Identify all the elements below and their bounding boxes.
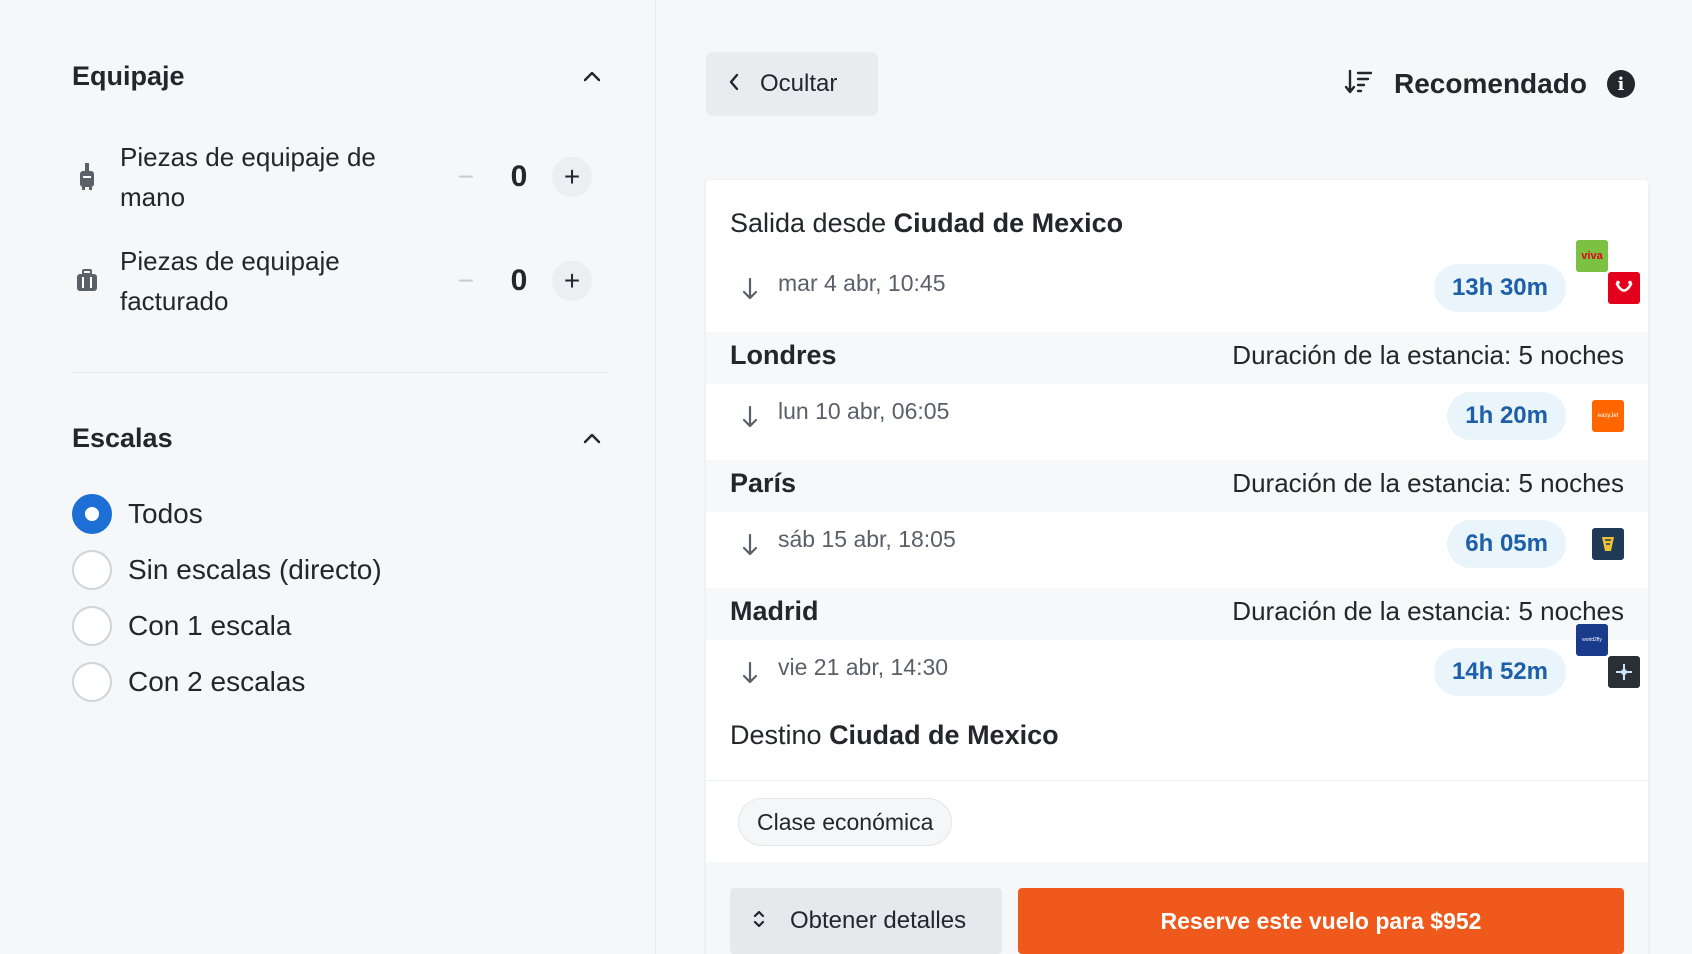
chevron-up-icon[interactable] — [572, 56, 612, 96]
checked-count: 0 — [510, 264, 528, 297]
stops-section-header[interactable]: Escalas — [72, 418, 612, 458]
stops-section-title: Escalas — [72, 422, 173, 453]
card-footer: Obtener detalles Reserve este vuelo para… — [706, 862, 1648, 954]
checked-decrement-button[interactable]: − — [446, 261, 486, 301]
cabin-class-chip: Clase económica — [738, 798, 953, 846]
carry-on-bag-row: Piezas de equipaje de mano − 0 + — [72, 132, 592, 222]
departure-city: Ciudad de Mexico — [893, 208, 1124, 238]
book-flight-button[interactable]: Reserve este vuelo para $952 — [1018, 888, 1624, 954]
hide-filters-label: Ocultar — [760, 70, 838, 97]
leg-duration-badge: 1h 20m — [1447, 392, 1566, 440]
sort-icon — [1344, 69, 1373, 100]
carry-on-count: 0 — [510, 160, 528, 193]
easyjet-logo-icon: easyJet — [1592, 400, 1624, 432]
checked-increment-button[interactable]: + — [552, 261, 592, 301]
get-details-label: Obtener detalles — [790, 907, 967, 934]
chevron-left-icon — [728, 73, 740, 96]
destination-line: Destino Ciudad de Mexico — [730, 720, 1059, 751]
flight-result-card: Salida desde Ciudad de Mexico mar 4 abr,… — [706, 180, 1648, 954]
baggage-section-header[interactable]: Equipaje — [72, 56, 612, 96]
leg-date: lun 10 abr, 06:05 — [778, 398, 950, 424]
leg-duration-badge: 14h 52m — [1433, 648, 1566, 696]
stops-option-all[interactable]: Todos — [72, 492, 203, 536]
world2fly-logo-icon: world2fly — [1576, 624, 1608, 656]
info-icon[interactable]: i — [1606, 70, 1635, 98]
leg-date: vie 21 abr, 14:30 — [778, 654, 949, 680]
viva-logo-icon: viva — [1576, 240, 1608, 272]
destination-city: Ciudad de Mexico — [829, 720, 1059, 750]
stops-option-direct[interactable]: Sin escalas (directo) — [72, 548, 382, 592]
carry-on-decrement-button[interactable]: − — [446, 157, 486, 197]
sort-dropdown[interactable]: Recomendado i — [1344, 56, 1635, 112]
stay-duration: Duración de la estancia: 5 noches — [1232, 468, 1624, 498]
chevron-up-icon[interactable] — [572, 418, 612, 458]
stops-option-one[interactable]: Con 1 escala — [72, 604, 291, 648]
carry-on-increment-button[interactable]: + — [552, 157, 592, 197]
leg-date: sáb 15 abr, 18:05 — [778, 526, 956, 552]
radio-unselected[interactable] — [72, 550, 112, 590]
card-divider — [706, 780, 1648, 781]
suitcase-icon — [72, 266, 102, 296]
arrow-down-icon — [742, 661, 758, 684]
checked-bag-stepper: − 0 + — [446, 261, 592, 301]
stops-option-label: Todos — [128, 498, 203, 529]
leg-duration-badge: 13h 30m — [1433, 264, 1566, 312]
stopover-city: Londres — [730, 340, 837, 370]
airline-star-logo-icon — [1608, 656, 1640, 688]
stay-duration: Duración de la estancia: 5 noches — [1232, 596, 1624, 626]
stay-duration: Duración de la estancia: 5 noches — [1232, 340, 1624, 370]
flight-leg[interactable]: sáb 15 abr, 18:05 6h 05m — [706, 508, 1648, 578]
sort-label: Recomendado — [1394, 68, 1587, 99]
aer-lingus-logo-icon — [1592, 528, 1624, 560]
checked-bag-label: Piezas de equipaje facturado — [120, 246, 340, 316]
radio-unselected[interactable] — [72, 662, 112, 702]
stops-option-label: Sin escalas (directo) — [128, 554, 382, 585]
stopover-row: París Duración de la estancia: 5 noches — [706, 460, 1648, 512]
stopover-row: Londres Duración de la estancia: 5 noche… — [706, 332, 1648, 384]
carry-on-bag-stepper: − 0 + — [446, 157, 592, 197]
baggage-section-title: Equipaje — [72, 60, 185, 91]
arrow-down-icon — [742, 277, 758, 300]
flight-leg[interactable]: mar 4 abr, 10:45 13h 30m viva — [706, 240, 1648, 322]
flight-leg[interactable]: lun 10 abr, 06:05 1h 20m easyJet — [706, 380, 1648, 450]
departure-prefix: Salida desde — [730, 208, 894, 238]
flight-leg[interactable]: vie 21 abr, 14:30 14h 52m world2fly — [706, 624, 1648, 706]
filter-sidebar: Equipaje Piezas de equipaje de mano − 0 … — [0, 0, 656, 954]
get-details-button[interactable]: Obtener detalles — [730, 888, 1002, 954]
hide-filters-button[interactable]: Ocultar — [706, 52, 878, 116]
stopover-city: Madrid — [730, 596, 819, 626]
stops-option-label: Con 1 escala — [128, 610, 292, 641]
leg-date: mar 4 abr, 10:45 — [778, 270, 946, 296]
stopover-city: París — [730, 468, 797, 498]
arrow-down-icon — [742, 533, 758, 556]
destination-prefix: Destino — [730, 720, 830, 750]
tui-logo-icon — [1608, 272, 1640, 304]
radio-unselected[interactable] — [72, 606, 112, 646]
section-divider — [72, 372, 608, 373]
checked-bag-row: Piezas de equipaje facturado − 0 + — [72, 236, 592, 326]
stops-option-two[interactable]: Con 2 escalas — [72, 660, 305, 704]
stopover-row: Madrid Duración de la estancia: 5 noches — [706, 588, 1648, 640]
arrow-down-icon — [742, 405, 758, 428]
leg-duration-badge: 6h 05m — [1447, 520, 1566, 568]
departure-line: Salida desde Ciudad de Mexico — [730, 208, 1123, 239]
carry-on-bag-icon — [72, 162, 102, 192]
expand-icon — [752, 908, 766, 935]
radio-selected[interactable] — [72, 494, 112, 534]
carry-on-bag-label: Piezas de equipaje de mano — [120, 142, 376, 212]
stops-option-label: Con 2 escalas — [128, 666, 306, 697]
